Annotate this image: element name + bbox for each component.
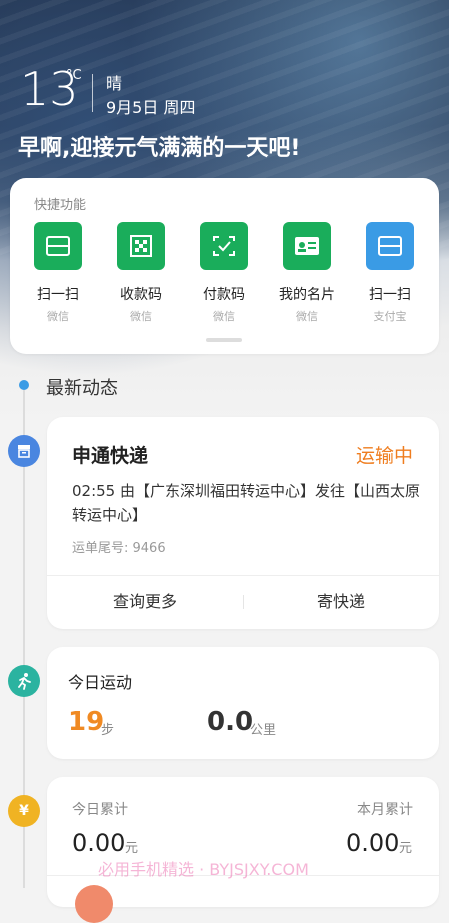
temperature-unit: °C — [66, 68, 82, 83]
quick-action-source: 微信 — [130, 310, 152, 323]
quick-action-source: 微信 — [213, 310, 235, 323]
drag-handle[interactable] — [206, 338, 242, 342]
send-express-button[interactable]: 寄快递 — [243, 575, 439, 629]
express-card[interactable]: 申通快递 运输中 02:55 由【广东深圳福田转运中心】发往【山西太原转运中心】… — [47, 417, 439, 629]
month-total-value: 0.00 — [346, 829, 400, 857]
express-detail: 02:55 由【广东深圳福田转运中心】发往【山西太原转运中心】 — [72, 482, 420, 524]
weather-date: 9月5日 周四 — [106, 98, 196, 117]
sport-title: 今日运动 — [68, 673, 133, 692]
sport-card[interactable]: 今日运动 19 步 0.0 公里 — [47, 647, 439, 759]
running-icon — [8, 665, 40, 697]
scan-icon — [366, 222, 414, 270]
query-more-button[interactable]: 查询更多 — [47, 575, 243, 629]
steps-unit: 步 — [101, 723, 115, 738]
weather-divider — [92, 74, 93, 112]
today-total-label: 今日累计 — [72, 802, 128, 818]
greeting-text: 早啊,迎接元气满满的一天吧! — [18, 136, 301, 161]
distance-unit: 公里 — [250, 723, 277, 738]
yen-icon: ¥ — [8, 795, 40, 827]
express-tracking-number: 运单尾号: 9466 — [72, 541, 166, 556]
quick-action-wechat-card[interactable]: 我的名片 微信 — [271, 222, 343, 324]
quick-action-source: 支付宝 — [373, 310, 407, 323]
quick-action-source: 微信 — [47, 310, 69, 323]
feed-title: 最新动态 — [46, 378, 118, 399]
business-card-icon — [283, 222, 331, 270]
month-total-label: 本月累计 — [357, 802, 413, 818]
today-total-unit: 元 — [125, 841, 139, 856]
steps-value: 19 — [68, 707, 105, 737]
express-status: 运输中 — [355, 445, 413, 467]
quick-actions-card: 快捷功能 扫一扫 微信 收款码 微信 付款码 微信 我的名片 微信 扫一扫 支付… — [10, 178, 439, 354]
month-total-unit: 元 — [399, 841, 413, 856]
quick-actions-title: 快捷功能 — [34, 198, 87, 213]
quick-action-label: 付款码 — [203, 287, 245, 303]
quick-action-label: 扫一扫 — [369, 287, 411, 303]
quick-action-label: 我的名片 — [279, 287, 335, 303]
weather-condition: 晴 — [106, 74, 123, 93]
quick-action-label: 收款码 — [120, 287, 162, 303]
scan-icon — [34, 222, 82, 270]
payment-code-icon — [200, 222, 248, 270]
weather-widget[interactable]: 13 °C 晴 9月5日 周四 — [20, 66, 195, 117]
qr-code-icon — [117, 222, 165, 270]
quick-action-alipay-scan[interactable]: 扫一扫 支付宝 — [354, 222, 426, 324]
package-icon — [8, 435, 40, 467]
today-total-value: 0.00 — [72, 829, 126, 857]
quick-action-label: 扫一扫 — [37, 287, 79, 303]
timeline-dot — [19, 380, 29, 390]
quick-action-wechat-pay[interactable]: 付款码 微信 — [188, 222, 260, 324]
quick-action-wechat-receive[interactable]: 收款码 微信 — [105, 222, 177, 324]
quick-action-wechat-scan[interactable]: 扫一扫 微信 — [22, 222, 94, 324]
avatar — [75, 885, 113, 923]
quick-action-source: 微信 — [296, 310, 318, 323]
watermark: 必用手机精选 · BYJSJXY.COM — [98, 860, 309, 879]
distance-value: 0.0 — [207, 707, 254, 737]
express-carrier: 申通快递 — [72, 445, 149, 467]
